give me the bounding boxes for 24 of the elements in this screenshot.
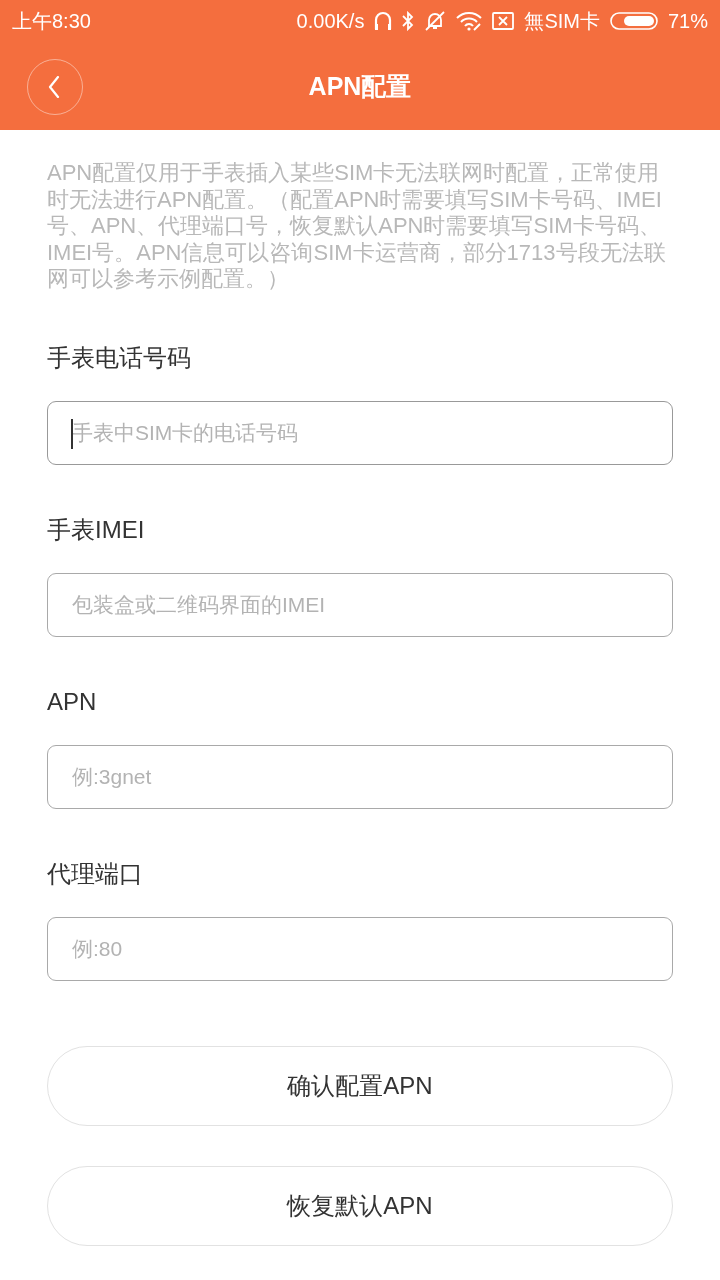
apn-field[interactable]: 例:3gnet [47, 744, 673, 809]
description-text: APN配置仅用于手表插入某些SIM卡无法联网时配置，正常使用时无法进行APN配置。（配置APN时需要填写SIM卡号码、IMEI号、APN、代理端口号，恢复默认APN时需要填写SIM卡号码、IMEI号。APN信息可以咨询SIM卡运营商，部分1713号段无法联网可以参考示例配置。） [47, 160, 667, 293]
field-label: APN [47, 686, 97, 717]
field-label: 手表电话号码 [47, 342, 191, 373]
status-time: 上午8:30 [12, 9, 91, 33]
back-chevron-icon [47, 76, 60, 98]
imei-field[interactable]: 包装盒或二维码界面的IMEI [47, 572, 673, 637]
bluetooth-icon [402, 11, 415, 31]
field-label: 代理端口 [47, 858, 143, 889]
sim-status: 無SIM卡 [524, 9, 600, 33]
proxy-port-field[interactable]: 例:80 [47, 916, 673, 981]
phone-number-field[interactable]: 手表中SIM卡的电话号码 [47, 400, 673, 465]
battery-icon [609, 11, 658, 31]
headphones-icon [374, 11, 393, 31]
sim-card-x-icon [492, 11, 515, 31]
restore-default-apn-button[interactable]: 恢复默认APN [47, 1165, 673, 1246]
battery-percentage: 71% [667, 9, 708, 33]
muted-bell-icon [424, 11, 447, 31]
page-title: APN配置 [308, 70, 412, 102]
wifi-icon [456, 11, 483, 31]
network-speed: 0.00K/s [296, 9, 365, 33]
text-cursor-icon [71, 418, 73, 449]
confirm-apn-button[interactable]: 确认配置APN [47, 1045, 673, 1126]
field-label: 手表IMEI [47, 514, 145, 545]
